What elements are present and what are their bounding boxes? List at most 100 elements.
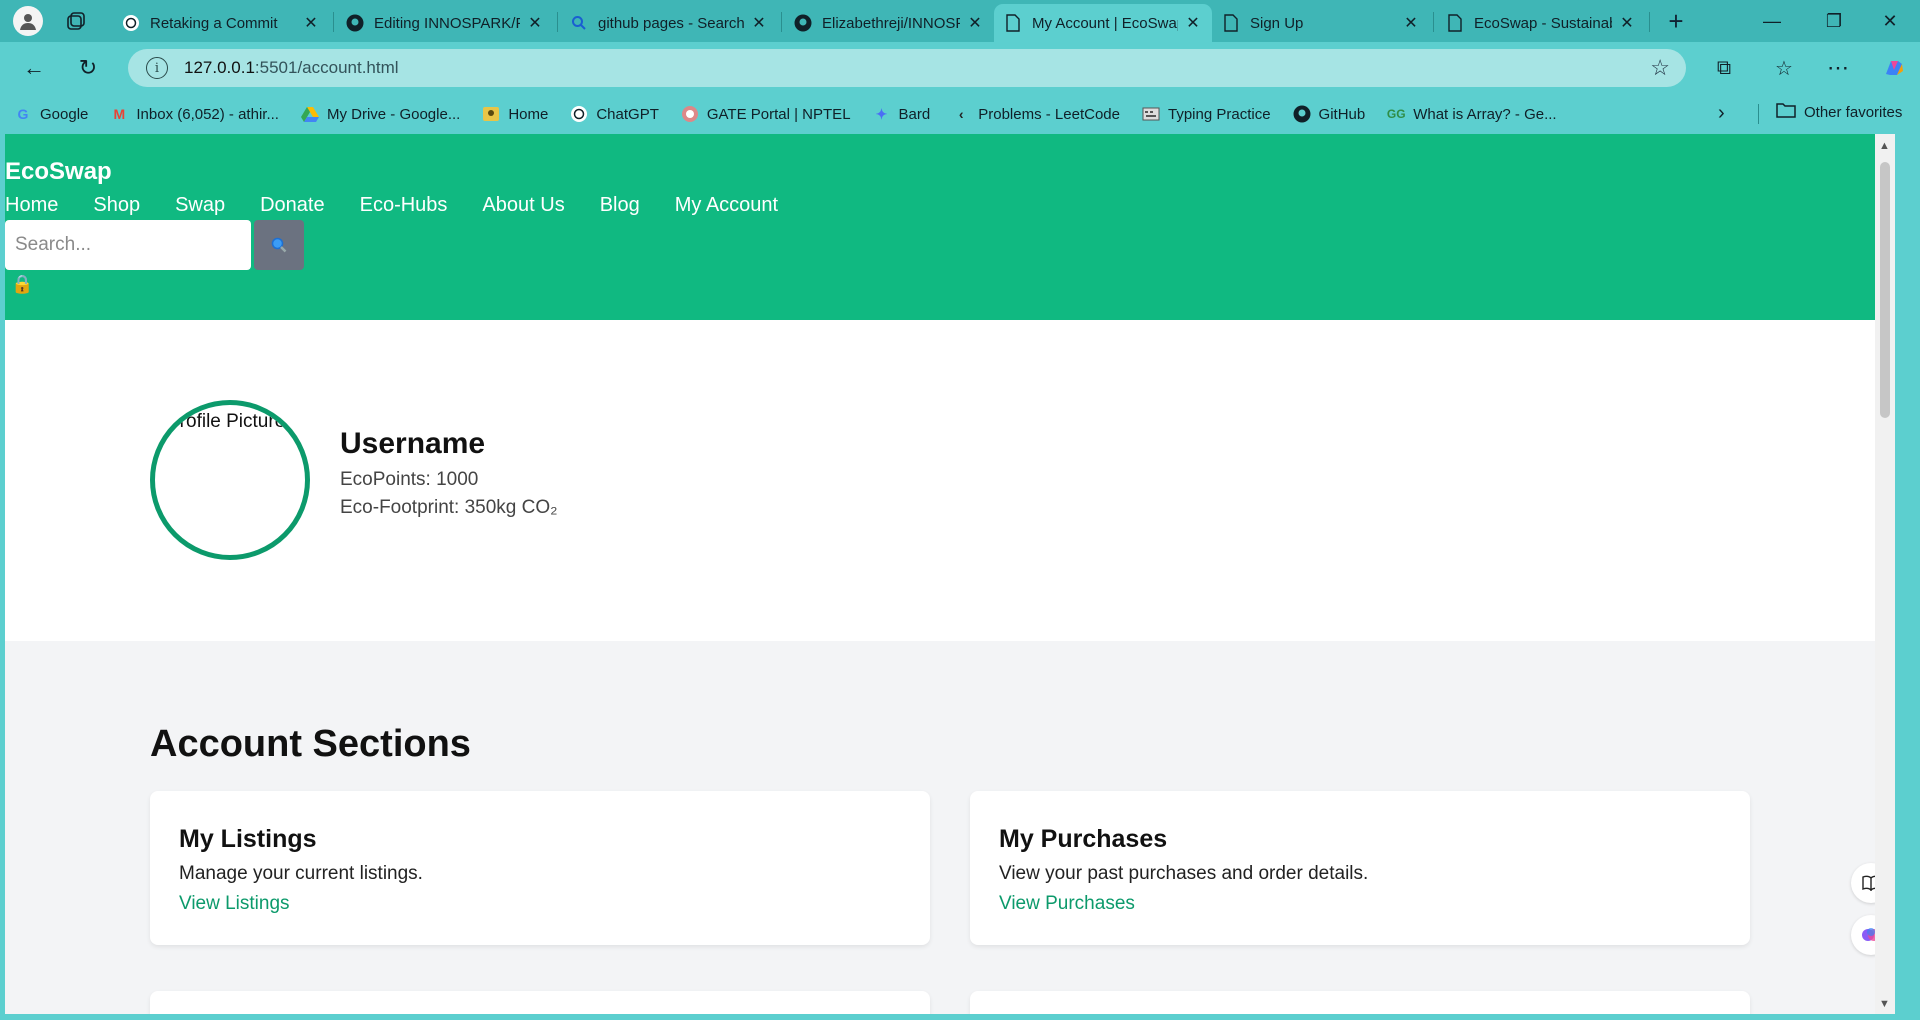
tab-title: Retaking a Commit: [150, 14, 278, 32]
address-bar[interactable]: i 127.0.0.1:5501/account.html ☆: [128, 49, 1686, 87]
back-button[interactable]: ←: [16, 50, 52, 86]
scroll-down-icon[interactable]: ▼: [1879, 998, 1890, 1010]
reload-icon: ↻: [78, 55, 98, 80]
bookmark-typing-practice[interactable]: Typing Practice: [1142, 105, 1271, 123]
close-icon: ✕: [1882, 10, 1898, 31]
nav-eco-hubs[interactable]: Eco-Hubs: [360, 194, 448, 217]
search-input[interactable]: [5, 220, 251, 270]
google-icon: G: [17, 106, 29, 122]
reload-button[interactable]: ↻: [70, 50, 106, 86]
bookmark-github[interactable]: GitHub: [1293, 105, 1365, 123]
close-icon[interactable]: ✕: [1184, 13, 1202, 33]
bookmark-chatgpt[interactable]: ChatGPT: [570, 105, 659, 123]
extensions-button[interactable]: ⧉: [1706, 50, 1742, 86]
nav-home[interactable]: Home: [5, 194, 58, 217]
card-partial: [150, 991, 930, 1014]
tab-my-account[interactable]: My Account | EcoSwap ✕: [994, 4, 1212, 42]
tab-sign-up[interactable]: Sign Up ✕: [1212, 4, 1430, 42]
tab-title: Editing INNOSPARK/F: [374, 14, 520, 32]
close-icon[interactable]: ✕: [750, 13, 768, 33]
tab-elizabethreji-innospark[interactable]: Elizabethreji/INNOSPARK ✕: [784, 4, 994, 42]
bookmark-what-is-array[interactable]: GG What is Array? - Ge...: [1386, 105, 1557, 123]
star-icon[interactable]: ☆: [1650, 55, 1670, 81]
view-purchases-link[interactable]: View Purchases: [999, 893, 1135, 915]
card-my-purchases: My Purchases View your past purchases an…: [970, 791, 1750, 945]
search-icon: [570, 14, 588, 32]
restore-button[interactable]: ❐: [1806, 0, 1862, 42]
close-icon[interactable]: ✕: [1402, 13, 1420, 33]
nav-shop[interactable]: Shop: [93, 194, 140, 217]
tab-title: EcoSwap - Sustainable: [1474, 14, 1612, 32]
nav-donate[interactable]: Donate: [260, 194, 325, 217]
search-form: [5, 220, 304, 270]
close-icon[interactable]: ✕: [1618, 13, 1636, 33]
search-button[interactable]: [254, 220, 304, 270]
nav-about-us[interactable]: About Us: [482, 194, 564, 217]
minimize-button[interactable]: —: [1744, 0, 1800, 42]
search-icon: [271, 237, 287, 253]
bookmark-home[interactable]: Home: [482, 105, 548, 123]
workspaces-button[interactable]: [60, 5, 92, 37]
close-window-button[interactable]: ✕: [1862, 0, 1918, 42]
arrow-left-icon: ←: [23, 55, 45, 80]
tab-github-pages-search[interactable]: github pages - Search ✕: [560, 4, 778, 42]
page-scrollbar[interactable]: ▲ ▼: [1875, 134, 1895, 1014]
github-icon: [1293, 105, 1311, 123]
favorites-button[interactable]: ☆: [1766, 50, 1802, 86]
site-header: EcoSwap Home Shop Swap Donate Eco-Hubs A…: [5, 134, 1895, 320]
workspaces-icon: [67, 12, 85, 30]
restore-icon: ❐: [1825, 10, 1843, 31]
view-listings-link[interactable]: View Listings: [179, 893, 290, 915]
gmail-icon: M: [113, 106, 126, 122]
nav-my-account[interactable]: My Account: [675, 194, 778, 217]
folder-icon: [1776, 102, 1796, 122]
site-logo[interactable]: EcoSwap: [5, 158, 112, 186]
bookmark-inbox[interactable]: M Inbox (6,052) - athir...: [110, 105, 279, 123]
scroll-up-icon[interactable]: ▲: [1879, 140, 1890, 152]
profile-info: Username EcoPoints: 1000 Eco-Footprint: …: [340, 427, 558, 519]
info-icon[interactable]: i: [146, 57, 168, 79]
bookmark-bard[interactable]: ✦ Bard: [873, 105, 931, 123]
settings-menu-button[interactable]: ⋯: [1820, 50, 1856, 86]
close-icon[interactable]: ✕: [302, 13, 320, 33]
card-my-listings: My Listings Manage your current listings…: [150, 791, 930, 945]
username: Username: [340, 427, 486, 460]
profile-button[interactable]: [12, 5, 44, 37]
tab-retaking-commit[interactable]: Retaking a Commit ✕: [112, 4, 330, 42]
close-icon[interactable]: ✕: [966, 13, 984, 33]
tab-editing-innospark[interactable]: Editing INNOSPARK/F ✕: [336, 4, 554, 42]
bookmark-gate-portal[interactable]: GATE Portal | NPTEL: [681, 105, 851, 123]
bookmark-leetcode[interactable]: ‹ Problems - LeetCode: [952, 105, 1120, 123]
nptel-icon: [681, 105, 699, 123]
new-tab-button[interactable]: +: [1660, 5, 1692, 37]
copilot-button[interactable]: [1876, 50, 1912, 86]
bookmark-other-favorites[interactable]: Other favorites: [1776, 102, 1902, 122]
site-nav: Home Shop Swap Donate Eco-Hubs About Us …: [5, 194, 813, 217]
eco-footprint: Eco-Footprint: 350kg CO₂: [340, 497, 558, 518]
chevron-right-icon[interactable]: ›: [1718, 102, 1725, 125]
plus-icon: +: [1668, 5, 1684, 36]
ecopoints: EcoPoints: 1000: [340, 469, 479, 490]
bard-icon: ✦: [875, 105, 888, 122]
page-viewport: EcoSwap Home Shop Swap Donate Eco-Hubs A…: [5, 134, 1895, 1014]
close-icon[interactable]: ✕: [526, 13, 544, 33]
nav-blog[interactable]: Blog: [600, 194, 640, 217]
github-icon: [346, 14, 364, 32]
tab-ecoswap-sustainable[interactable]: EcoSwap - Sustainable ✕: [1436, 4, 1646, 42]
gfg-icon: GG: [1386, 107, 1406, 121]
tab-title: github pages - Search: [598, 14, 744, 32]
typing-icon: [1142, 105, 1160, 123]
home-icon: [482, 105, 500, 123]
url-text: 127.0.0.1:5501/account.html: [184, 58, 399, 77]
account-sections: Account Sections My Listings Manage your…: [5, 641, 1895, 1014]
drive-icon: [300, 105, 319, 123]
minimize-icon: —: [1763, 10, 1781, 31]
tab-title: Elizabethreji/INNOSPARK: [822, 14, 960, 32]
profile-section: Profile Picture Username EcoPoints: 1000…: [5, 320, 1895, 641]
bookmark-google[interactable]: G Google: [14, 105, 89, 123]
nav-swap[interactable]: Swap: [175, 194, 225, 217]
more-icon: ⋯: [1827, 55, 1849, 80]
bookmark-my-drive[interactable]: My Drive - Google...: [300, 105, 460, 123]
browser-tab-strip: Retaking a Commit ✕ Editing INNOSPARK/F …: [0, 0, 1920, 42]
scrollbar-thumb[interactable]: [1880, 162, 1890, 418]
